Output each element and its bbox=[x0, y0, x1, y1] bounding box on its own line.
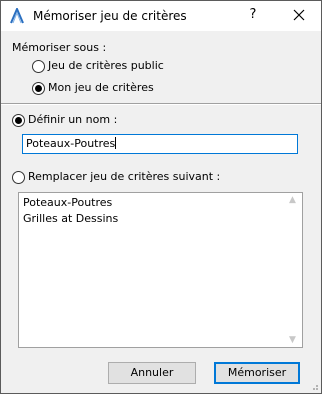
radio-my-criteria-label[interactable]: Mon jeu de critères bbox=[48, 81, 154, 94]
window-title: Mémoriser jeu de critères bbox=[33, 9, 187, 23]
scroll-up-icon[interactable]: ▲ bbox=[289, 195, 296, 205]
radio-my-criteria[interactable] bbox=[32, 82, 45, 95]
text-caret bbox=[115, 137, 117, 149]
resize-grip-icon[interactable] bbox=[309, 381, 319, 391]
replace-criteria-label[interactable]: Remplacer jeu de critères suivant : bbox=[28, 170, 220, 183]
name-input-value: Poteaux-Poutres bbox=[26, 137, 116, 150]
save-under-label: Mémoriser sous : bbox=[12, 41, 107, 54]
save-button[interactable]: Mémoriser bbox=[214, 362, 300, 384]
radio-define-name[interactable] bbox=[12, 114, 25, 127]
help-button[interactable]: ? bbox=[243, 7, 263, 25]
list-item[interactable]: Poteaux-Poutres bbox=[23, 196, 112, 209]
define-name-label[interactable]: Définir un nom : bbox=[28, 113, 117, 126]
cancel-button[interactable]: Annuler bbox=[108, 362, 196, 384]
criteria-list[interactable]: Poteaux-Poutres Grilles at Dessins ▲ ▼ bbox=[18, 192, 303, 348]
list-item[interactable]: Grilles at Dessins bbox=[23, 212, 118, 225]
title-bar[interactable]: Mémoriser jeu de critères ? bbox=[1, 1, 321, 31]
name-input[interactable]: Poteaux-Poutres bbox=[22, 134, 298, 154]
separator-highlight bbox=[1, 104, 321, 105]
scroll-down-icon[interactable]: ▼ bbox=[289, 335, 296, 345]
radio-replace-criteria[interactable] bbox=[12, 171, 25, 184]
dialog-window: Mémoriser jeu de critères ? Mémoriser so… bbox=[0, 0, 322, 394]
list-scrollbar[interactable]: ▲ ▼ bbox=[285, 193, 302, 347]
app-logo-icon bbox=[9, 6, 25, 24]
close-icon[interactable] bbox=[289, 7, 309, 25]
radio-public-criteria-label[interactable]: Jeu de critères public bbox=[48, 59, 164, 72]
radio-public-criteria[interactable] bbox=[32, 60, 45, 73]
